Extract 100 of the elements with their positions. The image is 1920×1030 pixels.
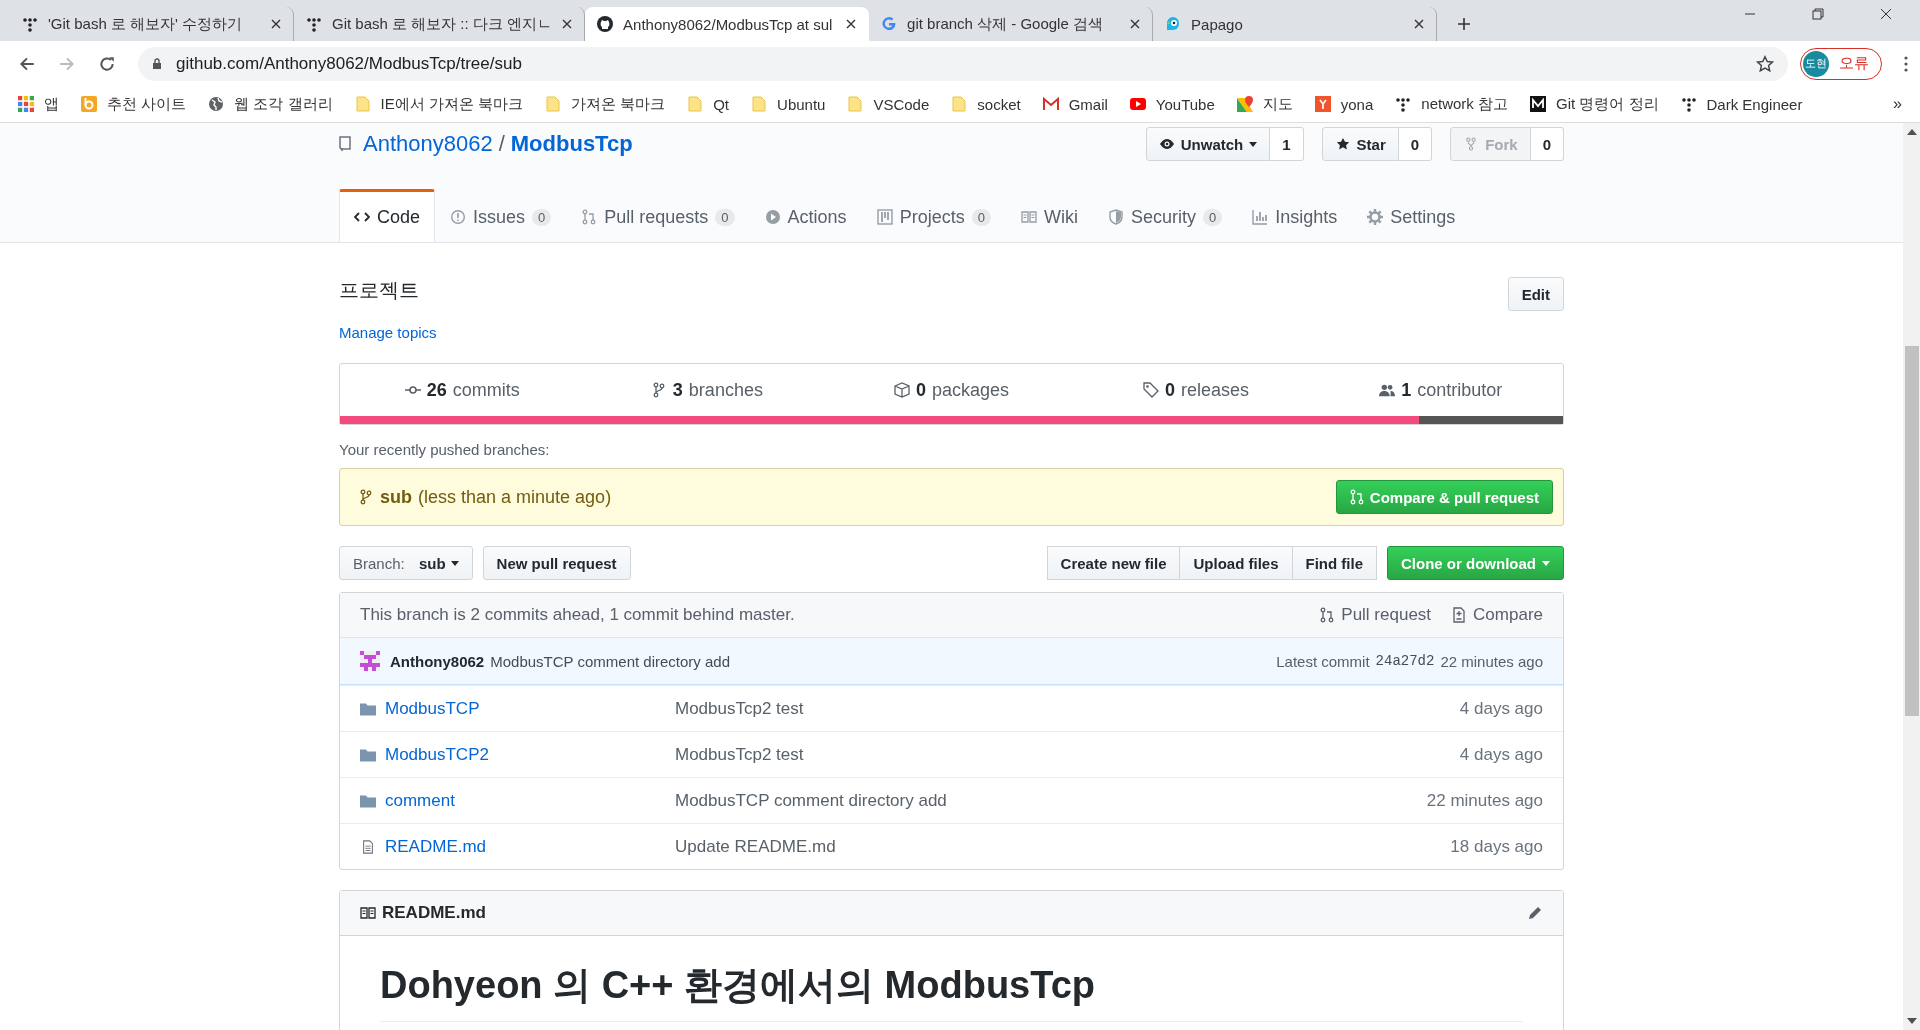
file-commit-message[interactable]: ModbusTCP comment directory add [675, 790, 1427, 811]
close-icon[interactable] [1414, 19, 1425, 29]
stat-link[interactable]: 1 contributor [1318, 379, 1563, 401]
profile-status: 오류 [1839, 54, 1869, 73]
branch-name[interactable]: sub [380, 486, 412, 508]
new-tab-icon[interactable] [1457, 17, 1472, 31]
action-count[interactable]: 1 [1270, 127, 1304, 161]
bookmark[interactable]: Git 명령어 정리 [1530, 94, 1659, 114]
people-icon [1379, 382, 1396, 398]
repo-action-button[interactable]: Star [1321, 127, 1399, 161]
close-icon[interactable] [1130, 19, 1141, 29]
browser-tab[interactable]: Anthony8062/ModbusTcp at sul [585, 7, 870, 41]
commit-author[interactable]: Anthony8062 [390, 652, 485, 670]
star-icon[interactable] [1756, 54, 1774, 73]
bookmark[interactable]: yona [1314, 95, 1374, 113]
repo-action-button[interactable]: Unwatch [1145, 127, 1271, 161]
stat-link[interactable]: 0 releases [1073, 379, 1319, 401]
bookmark[interactable]: network 참고 [1395, 94, 1508, 114]
more-bookmarks[interactable]: » [1893, 95, 1902, 113]
bookmark-label: network 참고 [1421, 94, 1508, 114]
repo-tab[interactable]: Pull requests 0 [566, 189, 750, 242]
manage-topics-link[interactable]: Manage topics [339, 324, 437, 341]
folder-icon [354, 96, 371, 112]
stat-link[interactable]: 0 packages [829, 379, 1074, 401]
folder-icon [360, 747, 376, 762]
bookmark[interactable]: Qt [687, 95, 730, 113]
commit-sha[interactable]: 24a27d2 [1375, 653, 1435, 669]
tab-counter: 0 [971, 208, 991, 226]
new-pull-request-button[interactable]: New pull request [482, 546, 631, 580]
tab-counter: 0 [1202, 208, 1223, 226]
file-commit-message[interactable]: Update README.md [675, 836, 1451, 857]
scrollbar-thumb[interactable] [1904, 346, 1919, 716]
repo-tab[interactable]: Code [339, 189, 436, 242]
restore-icon[interactable] [1812, 7, 1824, 20]
repo-tab[interactable]: Settings [1352, 189, 1471, 242]
bookmark[interactable]: Ubuntu [751, 95, 826, 113]
tab-counter: 0 [532, 208, 552, 226]
repo-tab[interactable]: Security 0 [1092, 189, 1238, 242]
repo-tab[interactable]: Insights [1237, 189, 1353, 242]
bookmark[interactable]: 추천 사이트 [81, 94, 187, 114]
close-icon[interactable] [1880, 7, 1892, 20]
repo-owner-link[interactable]: Anthony8062 [363, 131, 493, 157]
repo-tab[interactable]: Projects 0 [861, 189, 1006, 242]
readme-title: README.md [382, 903, 486, 923]
branch-icon [358, 489, 374, 505]
pencil-icon[interactable] [1527, 905, 1543, 921]
bookmark[interactable]: 가져온 북마크 [545, 94, 666, 114]
repo-tab[interactable]: Actions [749, 189, 862, 242]
file-action-button[interactable]: Find file [1291, 546, 1377, 580]
commit-message[interactable]: ModbusTCP comment directory add [490, 652, 731, 670]
readme-heading: Dohyeon 의 C++ 환경에서의 ModbusTcp [380, 960, 1523, 1022]
close-icon[interactable] [562, 19, 573, 29]
bookmark[interactable]: VSCode [847, 95, 930, 113]
pull-request-icon [1319, 607, 1336, 623]
parrot-icon [1165, 16, 1182, 32]
branch-status: This branch is 2 commits ahead, 1 commit behind master. [360, 605, 795, 625]
folder-icon [360, 701, 376, 716]
file-commit-message[interactable]: ModbusTcp2 test [675, 698, 1460, 719]
file-commit-message[interactable]: ModbusTcp2 test [675, 744, 1460, 765]
file-name-link[interactable]: ModbusTCP2 [385, 744, 675, 765]
file-action-button[interactable]: Upload files [1179, 546, 1293, 580]
close-icon[interactable] [846, 19, 857, 29]
file-name-link[interactable]: comment [385, 790, 675, 811]
reload-icon[interactable] [98, 54, 116, 73]
bookmark[interactable]: 앱 [18, 94, 59, 114]
bookmark[interactable]: YouTube [1129, 95, 1215, 113]
pull-request-link[interactable]: Pull request [1319, 605, 1432, 625]
file-icon [360, 839, 376, 854]
compare-link[interactable]: Compare [1451, 605, 1543, 625]
close-icon[interactable] [271, 19, 281, 29]
stat-link[interactable]: 3 branches [584, 379, 830, 401]
file-name-link[interactable]: ModbusTCP [385, 698, 675, 719]
folder-icon [687, 96, 704, 112]
bookmark[interactable]: socket [951, 95, 1021, 113]
folder-icon [951, 96, 968, 112]
menu-icon[interactable] [1904, 55, 1908, 72]
bookmark[interactable]: 웹 조각 갤러리 [208, 94, 333, 114]
bookmark[interactable]: Gmail [1042, 95, 1108, 113]
edit-button[interactable]: Edit [1507, 277, 1564, 311]
bookmark[interactable]: IE에서 가져온 북마크 [354, 94, 524, 114]
repo-name-link[interactable]: ModbusTcp [510, 131, 633, 157]
profile-avatar: 도현 [1803, 50, 1829, 77]
eye-icon [1158, 137, 1175, 151]
stat-link[interactable]: 26 commits [340, 379, 585, 401]
address-bar[interactable]: github.com/Anthony8062/ModbusTcp/tree/sub [138, 46, 1788, 81]
m-logo-icon [1530, 96, 1546, 112]
bookmark[interactable]: Dark Engineer [1680, 95, 1803, 113]
repo-tab[interactable]: Wiki [1005, 189, 1093, 242]
action-count[interactable]: 0 [1398, 127, 1433, 161]
repo-tab[interactable]: Issues 0 [435, 189, 567, 242]
tab-title: Papago [1191, 15, 1244, 33]
file-action-button[interactable]: Create new file [1046, 546, 1181, 580]
settings-icon [1367, 209, 1384, 225]
scroll-down-icon[interactable] [1906, 1018, 1917, 1024]
scroll-up-icon[interactable] [1906, 129, 1917, 135]
bookmark-label: yona [1340, 95, 1374, 113]
y-logo-icon [1314, 96, 1331, 112]
file-name-link[interactable]: README.md [385, 836, 675, 857]
branch-select[interactable]: Branch: sub [339, 546, 473, 580]
bookmark[interactable]: 지도 [1236, 94, 1293, 114]
